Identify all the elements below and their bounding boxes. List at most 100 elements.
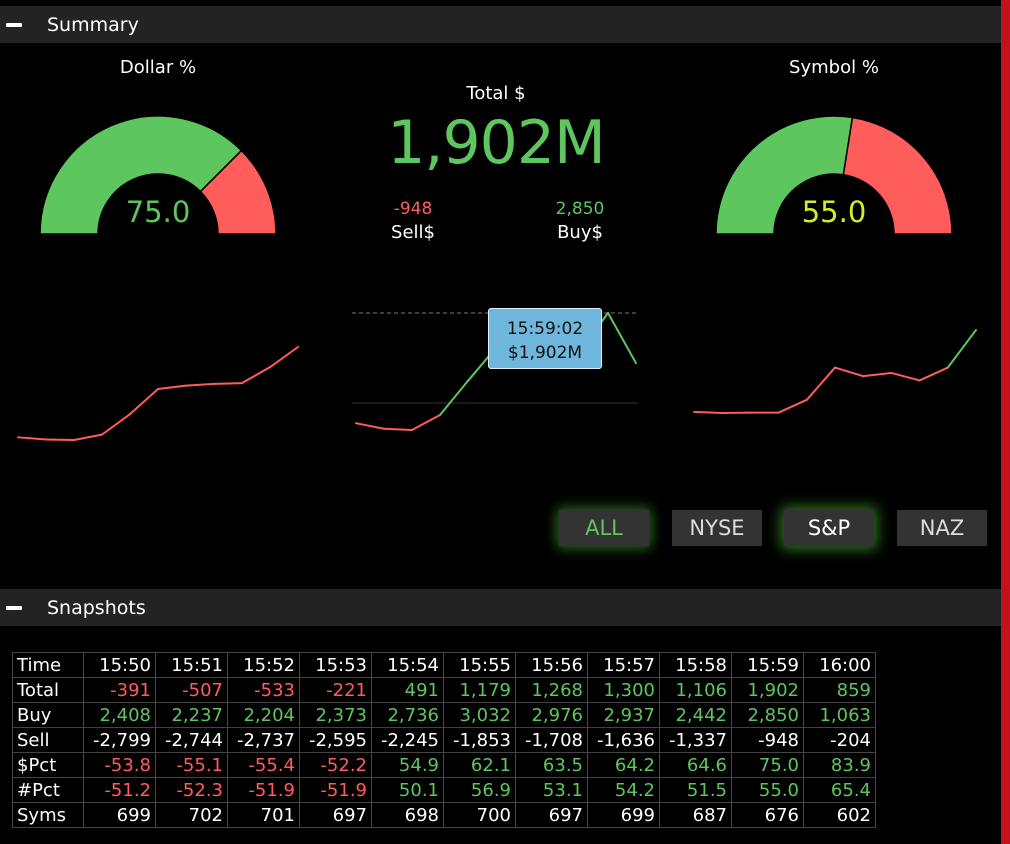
time-header: 15:57 (587, 652, 660, 678)
table-cell: 699 (83, 802, 156, 828)
table-cell: 687 (659, 802, 732, 828)
time-header: 15:54 (371, 652, 444, 678)
sparkline-segment (383, 427, 413, 431)
sparkline-segment (185, 382, 215, 387)
table-cell: -2,744 (155, 727, 228, 753)
time-header: 16:00 (803, 652, 876, 678)
table-cell: -52.2 (299, 752, 372, 778)
row-label: Syms (12, 802, 84, 828)
table-cell: -1,853 (443, 727, 516, 753)
time-header: 15:51 (155, 652, 228, 678)
right-edge-bar (1001, 0, 1010, 844)
table-cell: 2,937 (587, 702, 660, 728)
snapshots-title: Snapshots (47, 596, 146, 619)
table-row: #Pct -51.2 -52.3 -51.9 -51.9 50.1 56.9 53.1 54.2… (12, 777, 876, 803)
table-row: $Pct -53.8 -55.1 -55.4 -52.2 54.9 62.1 63.5 64.2… (12, 752, 876, 778)
table-cell: -55.4 (227, 752, 300, 778)
table-cell: 702 (155, 802, 228, 828)
time-header: 15:56 (515, 652, 588, 678)
table-cell: -1,636 (587, 727, 660, 753)
table-cell: 54.2 (587, 777, 660, 803)
summary-header[interactable]: Summary (0, 6, 1001, 43)
table-cell: -53.8 (83, 752, 156, 778)
table-cell: 75.0 (731, 752, 804, 778)
filter-nyse-button[interactable]: NYSE (672, 510, 762, 546)
table-cell: -51.9 (299, 777, 372, 803)
table-cell: -52.3 (155, 777, 228, 803)
time-header: 15:59 (731, 652, 804, 678)
table-cell: 701 (227, 802, 300, 828)
table-cell: 2,850 (731, 702, 804, 728)
sparkline-segment (805, 366, 836, 401)
table-cell: 2,736 (371, 702, 444, 728)
table-cell: -1,337 (659, 727, 732, 753)
table-cell: -221 (299, 677, 372, 703)
table-cell: 700 (443, 802, 516, 828)
sparkline-segment (129, 387, 159, 416)
buy-value: 2,850 (555, 199, 605, 219)
table-cell: -948 (731, 727, 804, 753)
table-cell: -1,708 (515, 727, 588, 753)
table-cell: 64.2 (587, 752, 660, 778)
sparkline-segment (862, 371, 893, 378)
sparkline-segment (355, 422, 385, 430)
table-cell: 1,268 (515, 677, 588, 703)
row-label: Time (12, 652, 84, 678)
sparkline-segment (157, 384, 187, 390)
table-cell: 1,179 (443, 677, 516, 703)
table-cell: 62.1 (443, 752, 516, 778)
table-row: Buy 2,408 2,237 2,204 2,373 2,736 3,032 2,976 2,… (12, 702, 876, 728)
table-cell: 859 (803, 677, 876, 703)
collapse-icon[interactable] (6, 605, 22, 610)
table-cell: 1,300 (587, 677, 660, 703)
table-cell: 697 (515, 802, 588, 828)
table-cell: 56.9 (443, 777, 516, 803)
sparkline-segment (777, 398, 808, 414)
snapshots-table: Time 15:50 15:51 15:52 15:53 15:54 15:55 15:56 1… (12, 652, 876, 828)
summary-title: Summary (47, 13, 139, 36)
sparkline-segment (607, 312, 637, 365)
collapse-icon[interactable] (6, 22, 22, 27)
total-value: 1,902M (387, 108, 606, 178)
filter-naz-button[interactable]: NAZ (897, 510, 987, 546)
time-header: 15:53 (299, 652, 372, 678)
table-cell: 55.0 (731, 777, 804, 803)
table-row: Syms 699 702 701 697 698 700 697 699 687 676 602 (12, 802, 876, 828)
snapshots-header[interactable]: Snapshots (0, 589, 1001, 626)
table-cell: 64.6 (659, 752, 732, 778)
table-cell: 50.1 (371, 777, 444, 803)
table-cell: -51.9 (227, 777, 300, 803)
sparkline-segment (890, 371, 921, 382)
table-cell: 51.5 (659, 777, 732, 803)
table-cell: 83.9 (803, 752, 876, 778)
table-cell: 1,106 (659, 677, 732, 703)
table-cell: -533 (227, 677, 300, 703)
sparkline-segment (918, 366, 949, 382)
table-cell: 65.4 (803, 777, 876, 803)
table-cell: 1,063 (803, 702, 876, 728)
table-cell: -51.2 (83, 777, 156, 803)
table-cell: 1,902 (731, 677, 804, 703)
filter-all-button[interactable]: ALL (559, 510, 649, 546)
sell-label: Sell$ (391, 222, 435, 243)
row-label: Sell (12, 727, 84, 753)
sparkline-segment (101, 413, 131, 436)
tooltip-time: 15:59:02 (506, 319, 584, 339)
dollar-pct-value: 75.0 (125, 195, 191, 229)
row-label: $Pct (12, 752, 84, 778)
table-cell: 698 (371, 802, 444, 828)
buy-label: Buy$ (557, 222, 603, 243)
table-cell: -2,245 (371, 727, 444, 753)
tooltip-value: $1,902M (507, 343, 583, 363)
table-cell: 2,373 (299, 702, 372, 728)
symbol-pct-value: 55.0 (801, 195, 867, 229)
table-cell: 63.5 (515, 752, 588, 778)
symbol-pct-label: Symbol % (789, 57, 879, 78)
table-cell: 697 (299, 802, 372, 828)
table-cell: 602 (803, 802, 876, 828)
filter-sp-button[interactable]: S&P (784, 510, 874, 546)
table-header-row: Time 15:50 15:51 15:52 15:53 15:54 15:55 15:56 1… (12, 652, 876, 678)
sparkline-segment (411, 414, 441, 431)
row-label: Buy (12, 702, 84, 728)
sparkline-segment (834, 366, 865, 378)
